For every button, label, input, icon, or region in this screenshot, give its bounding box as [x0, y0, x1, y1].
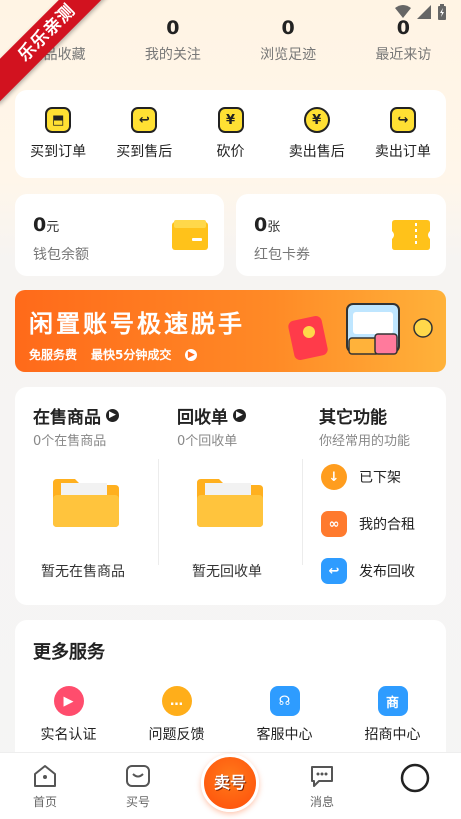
stat-following[interactable]: 0 我的关注	[115, 14, 230, 64]
coupon-amount: 0	[254, 214, 268, 236]
chevron-right-icon: ▶	[185, 348, 198, 361]
order-icon: ⬒	[45, 107, 72, 133]
bargain-button[interactable]: ¥ 砍价	[187, 107, 273, 161]
ellipsis-icon: …	[161, 686, 192, 716]
recycle-count: 0个回收单	[177, 434, 238, 449]
download-icon: ↓	[321, 464, 347, 490]
function-label: 已下架	[359, 470, 401, 486]
bought-after-sales-button[interactable]: ↩ 买到售后	[101, 107, 187, 161]
stat-label: 我的关注	[144, 47, 201, 63]
divider	[302, 459, 303, 565]
more-services-title: 更多服务	[33, 642, 105, 663]
stat-history[interactable]: 0 浏览足迹	[231, 14, 346, 64]
chevron-right-icon: ▶	[106, 409, 119, 422]
empty-folder-icon	[197, 479, 263, 527]
tab-buy[interactable]: 买号	[108, 763, 168, 810]
wallet-card[interactable]: 0元 钱包余额	[15, 194, 224, 276]
stat-visitors[interactable]: 0 最近来访	[346, 14, 461, 64]
coupon-card[interactable]: 0张 红包卡券	[236, 194, 446, 276]
banner-title: 闲置账号极速脱手	[29, 310, 245, 338]
stat-label: 最近来访	[375, 47, 432, 63]
wallet-label: 钱包余额	[33, 247, 89, 263]
service-label: 实名认证	[40, 727, 97, 743]
ticket-icon	[392, 220, 430, 250]
customer-service-button[interactable]: ☊ 客服中心	[231, 686, 338, 744]
empty-folder-icon	[53, 479, 119, 527]
order-label: 买到订单	[30, 144, 87, 160]
sold-after-sales-button[interactable]: ¥ 卖出售后	[274, 107, 360, 161]
play-icon: ▶	[53, 686, 84, 716]
tab-label: 消息	[309, 795, 334, 809]
shopping-bag-icon	[126, 765, 150, 787]
wallet-amount: 0	[33, 214, 47, 236]
return-icon: ↩	[321, 558, 347, 584]
tab-label: 买号	[125, 795, 150, 809]
signal-icon	[417, 5, 431, 19]
banner-tag-fee: 免服务费	[29, 348, 78, 362]
stat-value: 0	[166, 17, 180, 39]
tab-profile[interactable]	[385, 763, 445, 797]
other-functions-title: 其它功能	[319, 408, 387, 428]
promo-banner[interactable]: 闲置账号极速脱手 免服务费 最快5分钟成交 ▶	[15, 290, 446, 372]
stat-value: 0	[281, 17, 295, 39]
headset-icon: ☊	[269, 686, 300, 716]
banner-illustration	[288, 303, 433, 360]
tab-messages[interactable]: 消息	[292, 763, 352, 810]
wallet-icon	[172, 220, 208, 250]
chat-bubble-icon	[311, 766, 333, 787]
sold-orders-button[interactable]: ↪ 卖出订单	[360, 107, 446, 161]
more-services-card: 更多服务 ▶ 实名认证 … 问题反馈 ☊ 客服中心 商 招商中心	[15, 620, 446, 770]
profile-circle-icon	[400, 763, 430, 793]
on-sale-title-link[interactable]: 在售商品 ▶	[33, 403, 119, 428]
on-sale-count: 0个在售商品	[33, 434, 107, 449]
order-label: 卖出售后	[288, 144, 345, 160]
tab-home[interactable]: 首页	[15, 763, 75, 810]
wifi-icon	[395, 5, 411, 18]
merchant-center-button[interactable]: 商 招商中心	[339, 686, 446, 744]
order-label: 砍价	[216, 144, 245, 160]
service-label: 问题反馈	[148, 727, 205, 743]
coupon-label: 红包卡券	[254, 247, 310, 263]
tab-label: 首页	[32, 795, 57, 809]
on-sale-title: 在售商品	[33, 408, 101, 428]
feedback-button[interactable]: … 问题反馈	[123, 686, 230, 744]
forward-icon: ↪	[389, 107, 416, 133]
orders-card: ⬒ 买到订单 ↩ 买到售后 ¥ 砍价 ¥ 卖出售后 ↪ 卖出订单	[15, 90, 446, 178]
on-sale-empty-text: 暂无在售商品	[41, 564, 125, 580]
infinity-icon: ∞	[321, 511, 347, 537]
order-label: 卖出订单	[374, 144, 431, 160]
service-label: 招商中心	[364, 727, 421, 743]
divider	[158, 459, 159, 565]
other-functions-subtitle: 你经常用的功能	[319, 434, 411, 449]
banner-tag-speed: 最快5分钟成交	[91, 348, 172, 362]
merchant-icon: 商	[377, 686, 408, 716]
real-name-auth-button[interactable]: ▶ 实名认证	[15, 686, 122, 744]
recycle-title: 回收单	[177, 408, 228, 428]
recycle-title-link[interactable]: 回收单 ▶	[177, 403, 246, 428]
delisted-button[interactable]: ↓ 已下架	[321, 464, 401, 490]
publish-recycle-button[interactable]: ↩ 发布回收	[321, 558, 415, 584]
bought-orders-button[interactable]: ⬒ 买到订单	[15, 107, 101, 161]
recycle-empty-text: 暂无回收单	[192, 564, 262, 580]
function-label: 我的合租	[359, 517, 415, 533]
selling-card: 在售商品 ▶ 0个在售商品 暂无在售商品 回收单 ▶ 0个回收单 暂无回收单 其…	[15, 387, 446, 605]
sell-account-button[interactable]: 卖号	[201, 754, 259, 812]
function-label: 发布回收	[359, 564, 415, 580]
order-label: 买到售后	[116, 144, 173, 160]
shared-rental-button[interactable]: ∞ 我的合租	[321, 511, 415, 537]
status-bar	[395, 4, 447, 20]
yen-tag-icon: ¥	[217, 107, 244, 133]
battery-icon	[438, 4, 446, 20]
wallet-unit: 元	[46, 220, 60, 235]
chevron-right-icon: ▶	[233, 409, 246, 422]
yen-coin-icon: ¥	[303, 107, 330, 133]
return-icon: ↩	[131, 107, 158, 133]
coupon-unit: 张	[267, 220, 281, 235]
stat-label: 浏览足迹	[260, 47, 317, 63]
home-icon	[34, 765, 56, 787]
service-label: 客服中心	[256, 727, 313, 743]
